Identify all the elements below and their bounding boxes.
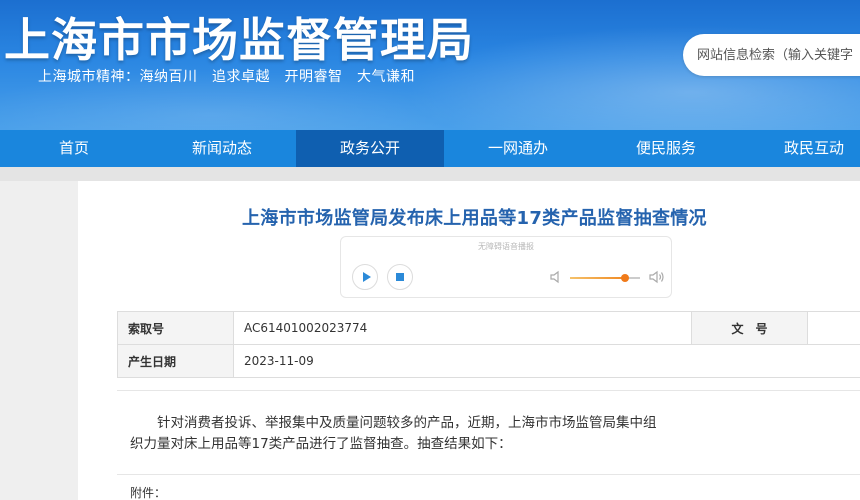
volume-handle[interactable] [620,274,629,282]
header-banner: 上海市市场监督管理局 上海城市精神：海纳百川 追求卓越 开明睿智 大气谦和 [0,0,860,130]
date-value: 2023-11-09 [233,344,860,378]
volume-level [570,277,625,279]
document-meta-table: 索取号 AC61401002023774 文 号 产生日期 2023-11-09 [117,311,860,378]
document-number-value [807,311,860,345]
city-spirit-slogan: 上海城市精神：海纳百川 追求卓越 开明睿智 大气谦和 [38,69,415,85]
date-label: 产生日期 [117,344,234,378]
index-number-label: 索取号 [117,311,234,345]
play-button[interactable] [352,264,378,290]
document-number-label: 文 号 [691,311,808,345]
nav-item-gov-affairs[interactable]: 政务公开 [296,130,444,167]
nav-item-public-services[interactable]: 便民服务 [592,130,740,167]
site-title[interactable]: 上海市市场监督管理局 [4,4,474,70]
nav-item-home[interactable]: 首页 [0,130,148,167]
table-row: 产生日期 2023-11-09 [117,344,860,378]
main-nav: 首页 新闻动态 政务公开 一网通办 便民服务 政民互动 [0,130,860,167]
audio-player: 无障碍语音播报 [340,236,672,298]
attachment-label: 附件： [130,486,167,500]
article-title: 上海市市场监管局发布床上用品等17类产品监督抽查情况 [242,208,707,229]
volume-high-icon[interactable] [649,270,665,284]
section-divider [117,474,860,475]
table-row: 索取号 AC61401002023774 文 号 [117,311,860,345]
index-number-value: AC61401002023774 [233,311,692,345]
site-search-box[interactable] [683,34,860,76]
search-input[interactable] [697,45,860,65]
stop-button[interactable] [387,264,413,290]
nav-shadow [0,167,860,181]
article-body: 针对消费者投诉、举报集中及质量问题较多的产品，近期，上海市市场监管局集中组织力量… [130,413,660,455]
nav-item-online-services[interactable]: 一网通办 [444,130,592,167]
section-divider [117,390,860,391]
nav-item-news[interactable]: 新闻动态 [148,130,296,167]
volume-low-icon[interactable] [549,270,563,284]
player-caption: 无障碍语音播报 [478,242,534,251]
body-paragraph: 针对消费者投诉、举报集中及质量问题较多的产品，近期，上海市市场监管局集中组织力量… [130,415,657,452]
nav-item-interaction[interactable]: 政民互动 [740,130,860,167]
volume-slider[interactable] [570,274,640,282]
